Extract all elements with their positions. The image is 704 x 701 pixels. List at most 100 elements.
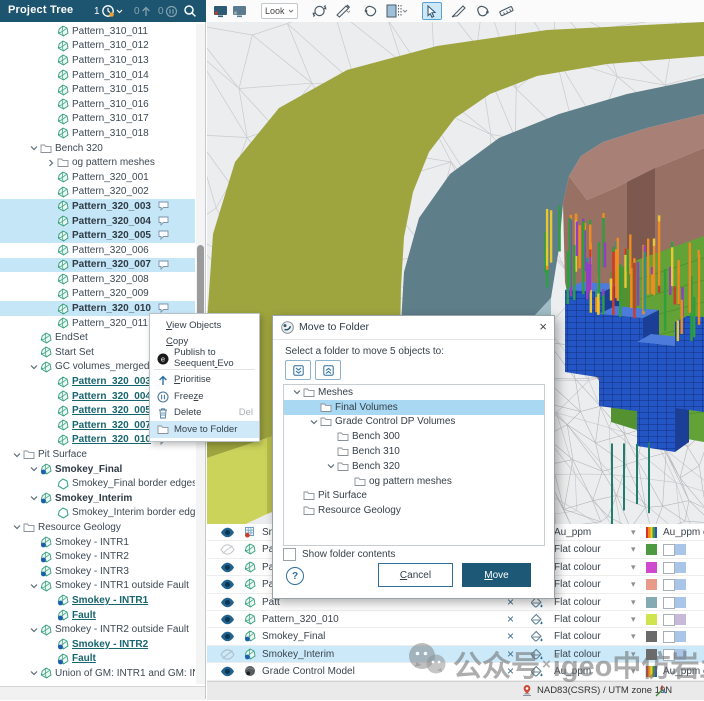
chevron-down-icon[interactable]: ▾ (631, 597, 636, 608)
tree-item-pattern-310-015[interactable]: Pattern_310_015 (0, 82, 195, 97)
dialog-close-button[interactable]: × (539, 319, 547, 334)
tree-item-og-pattern-meshes[interactable]: og pattern meshes (0, 155, 195, 170)
comment-bubble-icon[interactable] (158, 260, 169, 273)
secondary-swatch[interactable] (675, 597, 686, 608)
draw-line-tool-button[interactable] (451, 3, 467, 19)
chevron-down-icon[interactable]: ▾ (631, 579, 636, 590)
remove-from-scene-button[interactable]: × (507, 629, 514, 643)
processing-tasks-button[interactable]: 1 (94, 2, 123, 20)
tree-item-smokey-intr1-outside-fault[interactable]: Smokey - INTR1 outside Fault (0, 579, 195, 594)
tree-item-smokey-intr3[interactable]: Smokey - INTR3 (0, 564, 195, 579)
colour-swatch[interactable] (646, 614, 657, 625)
legend-checkbox[interactable] (663, 631, 675, 643)
tree-item-pattern-320-001[interactable]: Pattern_320_001 (0, 170, 195, 185)
folder-tree-item-grade-control-dp-volumes[interactable]: Grade Control DP Volumes (284, 415, 544, 430)
colouring-dropdown[interactable]: Flat colour (554, 631, 601, 642)
folder-tree-item-pit-surface[interactable]: Pit Surface (284, 489, 544, 504)
tree-expander[interactable] (10, 524, 23, 530)
tree-item-smokey-final[interactable]: Smokey_Final (0, 462, 195, 477)
folder-tree-item-bench-300[interactable]: Bench 300 (284, 429, 544, 444)
folder-tree-item-resource-geology[interactable]: Resource Geology (284, 503, 544, 518)
tree-item-pattern-310-014[interactable]: Pattern_310_014 (0, 68, 195, 83)
tree-expander[interactable] (27, 495, 40, 501)
draw-loop-tool-button[interactable] (475, 3, 490, 19)
look-dropdown[interactable]: Look (261, 3, 298, 19)
colormap-swatch[interactable] (646, 666, 657, 677)
orbit-tool-button[interactable] (312, 3, 327, 19)
colouring-dropdown[interactable]: Flat colour (554, 649, 601, 660)
help-button[interactable]: ? (286, 567, 304, 585)
chevron-down-icon[interactable]: ▾ (631, 562, 636, 573)
scene-view-button[interactable] (213, 3, 228, 19)
collapse-all-button[interactable] (315, 360, 341, 380)
colouring-dropdown[interactable]: Flat colour (554, 544, 601, 555)
visibility-eye-icon[interactable] (220, 666, 235, 680)
menu-item-move-to-folder[interactable]: Move to Folder (150, 421, 259, 438)
chevron-down-icon[interactable]: ▾ (631, 631, 636, 642)
move-button[interactable]: Move (462, 563, 531, 587)
colour-swatch[interactable] (646, 597, 657, 608)
tree-item-pattern-320-005[interactable]: Pattern_320_005 (0, 228, 195, 243)
paint-bucket-icon[interactable] (530, 613, 543, 629)
tree-expander[interactable] (44, 159, 57, 167)
crs-label[interactable]: NAD83(CSRS) / UTM zone 19N (537, 685, 672, 696)
menu-item-prioritise[interactable]: Prioritise (150, 372, 259, 389)
remove-from-scene-button[interactable]: × (507, 612, 514, 626)
visibility-eye-icon[interactable] (220, 562, 235, 576)
colouring-dropdown[interactable]: Flat colour (554, 597, 601, 608)
legend-checkbox[interactable] (663, 649, 675, 661)
colour-swatch[interactable] (646, 544, 657, 555)
visibility-eye-icon[interactable] (220, 579, 235, 593)
tree-item-smokey-intr1[interactable]: Smokey - INTR1 (0, 593, 195, 608)
comment-bubble-icon[interactable] (158, 260, 169, 270)
polyline-tool-button[interactable] (363, 3, 378, 19)
scene-view2-button[interactable] (232, 3, 247, 19)
comment-bubble-icon[interactable] (158, 201, 169, 211)
visibility-eye-off-icon[interactable] (220, 544, 235, 558)
tree-item-bench-320[interactable]: Bench 320 (0, 141, 195, 156)
remove-from-scene-button[interactable]: × (507, 664, 514, 678)
colouring-dropdown[interactable]: Flat colour (554, 562, 601, 573)
tree-item-pattern-320-007[interactable]: Pattern_320_007 (0, 258, 195, 273)
split-view-button[interactable] (386, 3, 408, 19)
search-button[interactable] (183, 2, 197, 20)
colormap-swatch[interactable] (646, 527, 657, 538)
comment-bubble-icon[interactable] (158, 201, 169, 214)
menu-item-freeze[interactable]: Freeze (150, 388, 259, 405)
tree-expander[interactable] (27, 583, 40, 589)
tree-item-fault[interactable]: Fault (0, 608, 195, 623)
secondary-swatch[interactable] (675, 649, 686, 660)
visibility-eye-off-icon[interactable] (220, 544, 235, 555)
secondary-swatch[interactable] (675, 544, 686, 555)
shape-list-row-smokey-interim[interactable]: Smokey_Interim×Flat colour▾ (207, 646, 704, 663)
folder-tree-item-final-volumes[interactable]: Final Volumes (284, 400, 544, 415)
legend-checkbox[interactable] (663, 579, 675, 591)
tree-expander[interactable] (307, 419, 320, 425)
shape-list-row-smokey-final[interactable]: Smokey_Final×Flat colour▾ (207, 628, 704, 645)
visibility-eye-icon[interactable] (220, 631, 235, 642)
colouring-dropdown[interactable]: Au_ppm (554, 666, 591, 677)
visibility-eye-icon[interactable] (220, 597, 235, 611)
secondary-swatch[interactable] (675, 579, 686, 590)
tree-item-pattern-320-003[interactable]: Pattern_320_003 (0, 199, 195, 214)
tree-expander[interactable] (27, 145, 40, 151)
colour-swatch[interactable] (646, 579, 657, 590)
upload-tasks-button[interactable]: 0 (134, 2, 151, 20)
paused-tasks-button[interactable]: 0 (158, 2, 178, 20)
menu-item-view-objects[interactable]: View Objects (150, 317, 259, 334)
tree-expander[interactable] (10, 452, 23, 458)
tree-item-smokey-interim[interactable]: Smokey_Interim (0, 491, 195, 506)
tree-item-smokey-intr2[interactable]: Smokey - INTR2 (0, 637, 195, 652)
visibility-eye-off-icon[interactable] (220, 649, 235, 660)
tree-expander[interactable] (290, 389, 303, 395)
folder-tree-item-meshes[interactable]: Meshes (284, 385, 544, 400)
tree-item-resource-geology[interactable]: Resource Geology (0, 520, 195, 535)
menu-item-publish-to-seequent-evo[interactable]: ePublish to Seequent Evo (150, 350, 259, 367)
chevron-down-icon[interactable]: ▾ (631, 544, 636, 555)
legend-checkbox[interactable] (663, 544, 675, 556)
tree-item-pattern-320-008[interactable]: Pattern_320_008 (0, 272, 195, 287)
chevron-down-icon[interactable]: ▾ (631, 527, 636, 538)
visibility-eye-icon[interactable] (220, 614, 235, 628)
tree-item-pattern-310-011[interactable]: Pattern_310_011 (0, 24, 195, 39)
tree-item-pattern-310-012[interactable]: Pattern_310_012 (0, 39, 195, 54)
